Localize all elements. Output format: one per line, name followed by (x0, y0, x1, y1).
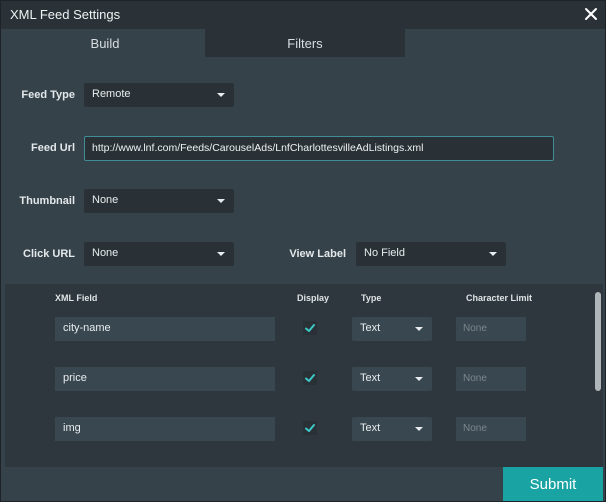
chevron-down-icon (217, 252, 225, 256)
type-value: Text (360, 322, 381, 334)
tab-filters[interactable]: Filters (205, 29, 405, 57)
checkmark-icon (305, 424, 315, 432)
submit-button[interactable]: Submit (503, 467, 603, 501)
header-display: Display (297, 293, 330, 303)
feed-type-label: Feed Type (21, 89, 75, 101)
feed-url-input[interactable]: http://www.lnf.com/Feeds/CarouselAds/Lnf… (84, 136, 554, 161)
dialog-title: XML Feed Settings (10, 7, 121, 22)
xml-fields-table: XML Field Display Type Character Limit c… (5, 284, 603, 467)
type-select[interactable]: Text (352, 417, 432, 441)
tab-filters-label: Filters (287, 35, 323, 51)
checkmark-icon (305, 324, 315, 332)
header-type: Type (361, 293, 382, 303)
xml-field-input[interactable]: img (55, 417, 275, 441)
chevron-down-icon (217, 93, 225, 97)
type-value: Text (360, 372, 381, 384)
thumbnail-select[interactable]: None (84, 189, 234, 213)
chevron-down-icon (489, 252, 497, 256)
view-label-select[interactable]: No Field (356, 242, 506, 266)
xml-feed-settings-dialog: XML Feed Settings Build Filters Feed Typ… (0, 0, 606, 502)
click-url-label: Click URL (23, 248, 75, 260)
thumbnail-value: None (92, 194, 119, 206)
tab-build-label: Build (90, 35, 120, 51)
character-limit-input[interactable]: None (456, 417, 526, 441)
feed-type-value: Remote (92, 88, 131, 100)
type-select[interactable]: Text (352, 367, 432, 391)
title-bar: XML Feed Settings (1, 1, 605, 29)
tab-build[interactable]: Build (5, 29, 205, 57)
chevron-down-icon (217, 199, 225, 203)
header-character-limit: Character Limit (466, 293, 533, 303)
display-checkbox[interactable] (303, 371, 317, 385)
xml-field-input[interactable]: city-name (55, 317, 275, 341)
view-label-value: No Field (364, 247, 405, 259)
click-url-select[interactable]: None (84, 242, 234, 266)
feed-url-label: Feed Url (30, 142, 75, 154)
header-xml-field: XML Field (55, 293, 98, 303)
checkmark-icon (305, 374, 315, 382)
chevron-down-icon (415, 327, 423, 331)
xml-field-input[interactable]: price (55, 367, 275, 391)
character-limit-input[interactable]: None (456, 317, 526, 341)
display-checkbox[interactable] (303, 421, 317, 435)
chevron-down-icon (415, 427, 423, 431)
display-checkbox[interactable] (303, 321, 317, 335)
scrollbar-thumb[interactable] (595, 292, 601, 391)
chevron-down-icon (415, 377, 423, 381)
feed-type-select[interactable]: Remote (84, 83, 234, 107)
character-limit-input[interactable]: None (456, 367, 526, 391)
type-value: Text (360, 422, 381, 434)
click-url-value: None (92, 247, 119, 259)
view-label-label: View Label (289, 248, 346, 260)
type-select[interactable]: Text (352, 317, 432, 341)
close-icon[interactable] (581, 4, 601, 24)
thumbnail-label: Thumbnail (19, 195, 75, 207)
